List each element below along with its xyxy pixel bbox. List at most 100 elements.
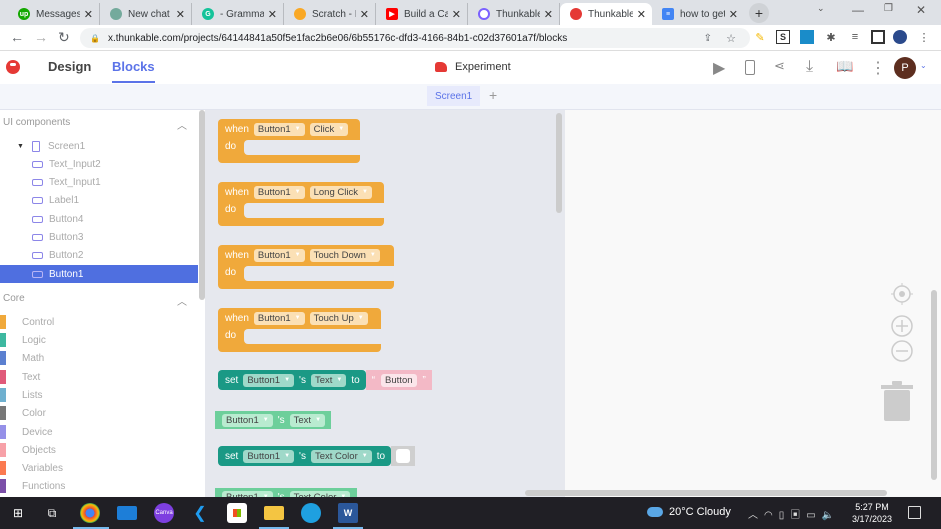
restore-button[interactable]: ❐: [884, 3, 893, 14]
system-tray[interactable]: ︿◠▯▣▭🔈: [748, 506, 840, 521]
extensions-puzzle-icon[interactable]: ✱: [824, 30, 838, 44]
user-avatar[interactable]: P: [894, 57, 916, 79]
profile-globe-icon[interactable]: [893, 30, 907, 44]
string-value-field[interactable]: Button: [381, 373, 417, 387]
close-window-button[interactable]: ✕: [916, 3, 926, 17]
show-hidden-icons-chevron[interactable]: ︿: [748, 510, 764, 521]
chrome-taskbar-icon[interactable]: [80, 503, 100, 523]
browser-tab[interactable]: up Messages ✕: [8, 3, 100, 25]
browser-tab[interactable]: New chat ✕: [100, 3, 192, 25]
tree-item-screen1[interactable]: ▼ Screen1: [0, 137, 198, 155]
recenter-icon[interactable]: [890, 282, 914, 306]
category-text[interactable]: Text: [0, 368, 190, 386]
set-button-text-color-block[interactable]: set Button1 ▼ 's Text Color ▼ to: [218, 446, 416, 466]
category-color[interactable]: Color: [0, 404, 190, 422]
thunkable-logo[interactable]: [6, 60, 20, 74]
file-explorer-taskbar-icon[interactable]: [264, 506, 284, 520]
meet-now-icon[interactable]: ▯: [779, 510, 791, 521]
browser-tab[interactable]: Scratch - Im ✕: [284, 3, 376, 25]
ms-store-taskbar-icon[interactable]: [227, 503, 247, 523]
category-objects[interactable]: Objects: [0, 441, 190, 459]
docs-book-icon[interactable]: 📖: [836, 58, 853, 75]
category-logic[interactable]: Logic: [0, 331, 190, 349]
tab-blocks[interactable]: Blocks: [112, 59, 155, 83]
ui-components-header[interactable]: UI components ︿: [3, 117, 193, 132]
browser-tab-active[interactable]: Thunkable ✕: [560, 3, 652, 25]
text-string-block[interactable]: “ Button ”: [365, 370, 432, 390]
event-dropdown[interactable]: Touch Up ▼: [309, 311, 368, 325]
browser-menu-icon[interactable]: ⋮: [917, 30, 931, 44]
component-dropdown[interactable]: Button1 ▼: [222, 413, 273, 427]
vscode-taskbar-icon[interactable]: ❮: [190, 503, 210, 523]
s-extension-icon[interactable]: S: [776, 30, 790, 44]
set-button-text-block[interactable]: set Button1 ▼ 's Text ▼ to “ Button ”: [218, 370, 432, 390]
back-button[interactable]: ←: [10, 29, 24, 45]
category-lists[interactable]: Lists: [0, 386, 190, 404]
screen-capture-icon[interactable]: ▣: [790, 510, 806, 521]
add-screen-button[interactable]: +: [489, 87, 497, 103]
workspace-horizontal-scrollbar[interactable]: [525, 490, 887, 496]
tree-item-button2[interactable]: Button2: [0, 246, 198, 264]
tree-item-text-input1[interactable]: Text_Input1: [0, 173, 198, 191]
color-swatch-white[interactable]: [396, 449, 411, 463]
event-dropdown[interactable]: Long Click ▼: [309, 185, 372, 199]
tree-item-button4[interactable]: Button4: [0, 210, 198, 228]
system-clock[interactable]: 5:27 PM 3/17/2023: [852, 501, 892, 525]
category-functions[interactable]: Functions: [0, 477, 190, 495]
browser-tab[interactable]: Thunkable ✕: [468, 3, 560, 25]
category-control[interactable]: Control: [0, 313, 190, 331]
chevron-up-icon[interactable]: ︿: [177, 117, 187, 132]
notifications-icon[interactable]: [908, 506, 921, 519]
close-tab-icon[interactable]: ✕: [637, 8, 646, 21]
tree-item-label1[interactable]: Label1: [0, 191, 198, 209]
core-header[interactable]: Core ︿: [3, 293, 193, 308]
property-dropdown[interactable]: Text ▼: [289, 413, 326, 427]
zoom-in-icon[interactable]: [890, 314, 914, 338]
close-tab-icon[interactable]: ✕: [360, 8, 369, 21]
wifi-icon[interactable]: ◠: [764, 510, 779, 521]
edge-taskbar-icon[interactable]: [301, 503, 321, 523]
forward-button[interactable]: →: [34, 29, 48, 45]
tab-search-icon[interactable]: ⌄: [817, 3, 825, 14]
zoom-out-icon[interactable]: [890, 339, 914, 363]
tree-item-text-input2[interactable]: Text_Input2: [0, 155, 198, 173]
highlighter-extension-icon[interactable]: ✎: [753, 30, 767, 44]
get-button-text-color-block[interactable]: Button1 ▼ 's Text Color ▼: [215, 488, 357, 497]
category-variables[interactable]: Variables: [0, 459, 190, 477]
palette-scrollbar[interactable]: [556, 113, 562, 213]
windows-start-icon[interactable]: ⊞: [8, 503, 28, 523]
property-dropdown[interactable]: Text Color ▼: [310, 449, 372, 463]
close-tab-icon[interactable]: ✕: [729, 8, 738, 21]
close-tab-icon[interactable]: ✕: [452, 8, 461, 21]
address-bar[interactable]: 🔒 x.thunkable.com/projects/64144841a50f5…: [80, 28, 750, 48]
reload-button[interactable]: ↻: [58, 29, 70, 46]
component-dropdown[interactable]: Button1 ▼: [243, 449, 295, 463]
tab-screen1[interactable]: Screen1: [427, 86, 481, 106]
component-dropdown[interactable]: Button1 ▼: [243, 373, 295, 387]
when-touch-down-block[interactable]: when Button1 ▼ Touch Down ▼ do: [218, 245, 394, 289]
tree-item-button1[interactable]: Button1: [0, 265, 198, 283]
weather-widget[interactable]: 20°C Cloudy: [647, 506, 731, 518]
canva-taskbar-icon[interactable]: Canva: [154, 503, 174, 523]
task-view-icon[interactable]: ⧉: [42, 503, 62, 523]
more-options-icon[interactable]: ⋮: [870, 58, 886, 78]
event-dropdown[interactable]: Touch Down ▼: [309, 248, 380, 262]
when-click-block[interactable]: when Button1 ▼ Click ▼ do: [218, 119, 360, 163]
color-picker-block[interactable]: [391, 446, 416, 466]
play-icon[interactable]: ▶: [713, 58, 725, 78]
chevron-down-icon[interactable]: ⌄: [920, 61, 927, 70]
tree-item-button3[interactable]: Button3: [0, 228, 198, 246]
new-tab-button[interactable]: +: [749, 3, 769, 23]
blocks-workspace[interactable]: [565, 110, 941, 497]
tab-design[interactable]: Design: [48, 59, 91, 74]
category-math[interactable]: Math: [0, 349, 190, 367]
project-name[interactable]: Experiment: [435, 61, 511, 73]
trash-icon[interactable]: [881, 381, 915, 423]
screenshot-extension-icon[interactable]: [800, 30, 814, 44]
download-icon[interactable]: ⤓: [806, 58, 813, 76]
component-dropdown[interactable]: Button1 ▼: [253, 122, 305, 136]
component-dropdown[interactable]: Button1 ▼: [253, 311, 305, 325]
chevron-up-icon[interactable]: ︿: [177, 293, 187, 308]
close-tab-icon[interactable]: ✕: [268, 8, 277, 21]
share-icon[interactable]: ⇪: [704, 33, 712, 44]
